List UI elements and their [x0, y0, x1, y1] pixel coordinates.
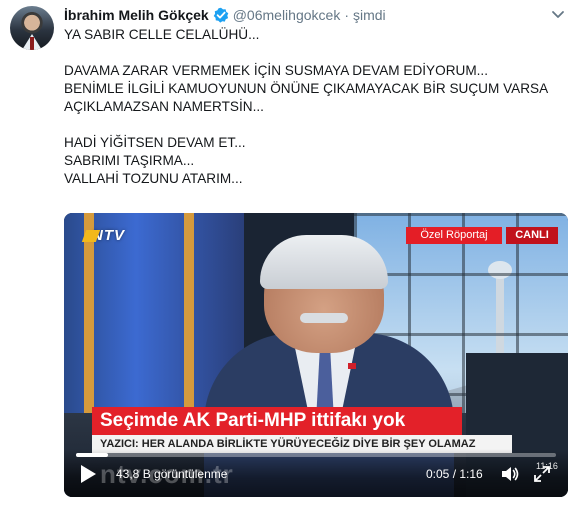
verified-badge-icon: [213, 7, 229, 23]
channel-logo: NTV: [92, 227, 150, 245]
avatar[interactable]: [10, 6, 54, 50]
fullscreen-icon[interactable]: [532, 464, 552, 484]
header-separator: ·: [344, 7, 349, 23]
tweet-timestamp[interactable]: şimdi: [353, 7, 386, 23]
tweet-line: SABRIMI TAŞIRMA...: [64, 153, 195, 168]
tweet-line: YA SABIR CELLE CELALÜHÜ...: [64, 27, 260, 42]
tweet-line: BENİMLE İLGİLİ KAMUOYUNUN ÖNÜNE ÇIKAMAYA…: [64, 81, 549, 96]
video-duration: 0:05 / 1:16: [426, 467, 483, 481]
author-name[interactable]: İbrahim Melih Gökçek: [64, 7, 209, 23]
tweet-line: AÇIKLAMAZSAN NAMERTSİN...: [64, 99, 264, 114]
tweet-line-gap: [64, 44, 564, 62]
live-badge: CANLI: [506, 227, 558, 244]
special-report-badge: Özel Röportaj: [406, 227, 502, 244]
tweet-header: İbrahim Melih Gökçek @06melihgokcek · şi…: [64, 6, 386, 24]
play-icon[interactable]: [78, 463, 98, 485]
speaker-hair: [260, 235, 388, 289]
view-count: 43,8 B görüntülenme: [116, 467, 228, 481]
tweet-line: VALLAHİ TOZUNU ATARIM...: [64, 171, 243, 186]
tweet-line: HADİ YİĞİTSEN DEVAM ET...: [64, 135, 246, 150]
chevron-down-icon[interactable]: [550, 6, 566, 22]
avatar-tie: [30, 37, 34, 50]
speaker-mustache: [300, 313, 348, 323]
video-progress-track[interactable]: [76, 453, 556, 457]
video-player[interactable]: NTV Özel Röportaj CANLI Seçimde AK Parti…: [64, 213, 568, 497]
tweet-line: DAVAMA ZARAR VERMEMEK İÇİN SUSMAYA DEVAM…: [64, 63, 488, 78]
flag-pin: [348, 363, 356, 369]
volume-icon[interactable]: [500, 464, 520, 484]
author-handle[interactable]: @06melihgokcek: [233, 7, 341, 23]
video-progress-fill: [76, 453, 108, 457]
tweet-line-gap: [64, 116, 564, 134]
tweet: İbrahim Melih Gökçek @06melihgokcek · şi…: [0, 0, 580, 506]
news-headline: Seçimde AK Parti-MHP ittifakı yok: [92, 407, 462, 435]
tweet-text: YA SABIR CELLE CELALÜHÜ... DAVAMA ZARAR …: [64, 26, 564, 188]
